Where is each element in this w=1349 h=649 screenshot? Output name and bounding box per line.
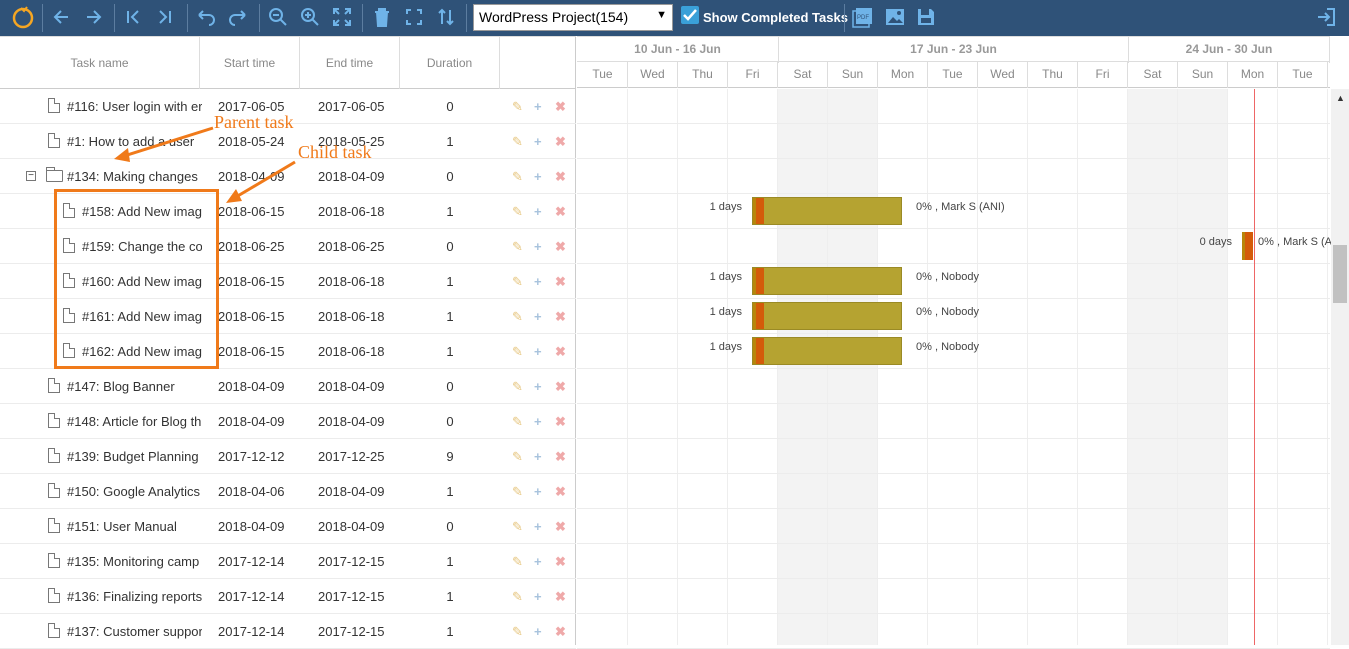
annotation-arrows	[114, 126, 296, 203]
